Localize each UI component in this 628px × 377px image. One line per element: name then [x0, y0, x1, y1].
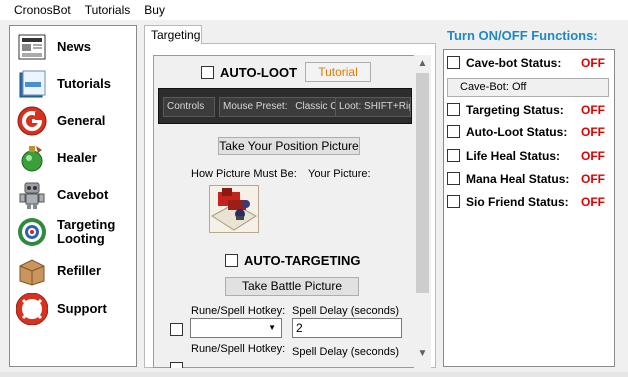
scroll-thumb[interactable]	[416, 73, 429, 293]
cavebot-status-label: Cave-bot Status:	[466, 56, 562, 70]
menu-buy[interactable]: Buy	[137, 0, 172, 20]
autoloot-label: AUTO-LOOT	[220, 65, 298, 80]
sidebar-item-cavebot[interactable]: Cavebot	[10, 177, 136, 213]
autoloot-checkbox[interactable]	[201, 66, 214, 79]
autotargeting-checkbox[interactable]	[225, 254, 238, 267]
functions-title: Turn ON/OFF Functions:	[447, 28, 598, 43]
rune-row-checkbox[interactable]	[170, 323, 183, 336]
rune-row-checkbox-2[interactable]	[170, 362, 183, 368]
autotargeting-label: AUTO-TARGETING	[244, 253, 361, 268]
tab-targeting[interactable]: Targeting	[144, 25, 202, 44]
sidebar-item-healer[interactable]: Healer	[10, 140, 136, 176]
news-icon	[18, 34, 46, 60]
sidebar-item-targeting-looting[interactable]: Targeting Looting	[10, 214, 136, 250]
controls-segment: Controls	[163, 97, 215, 117]
spell-delay-label: Spell Delay (seconds)	[292, 305, 399, 317]
game-hotkey-screenshot: Controls Mouse Preset: Classic Controls …	[158, 88, 412, 124]
lifeheal-status-checkbox[interactable]	[447, 149, 460, 162]
siofriend-status-value: OFF	[581, 195, 605, 209]
how-picture-label: How Picture Must Be:	[191, 168, 297, 180]
autoloot-status-value: OFF	[581, 125, 605, 139]
support-icon	[16, 293, 48, 325]
targeting-scrollbar[interactable]: ▲ ▼	[414, 55, 431, 368]
mouse-preset-label: Mouse Preset:	[223, 101, 288, 112]
manaheal-status-checkbox[interactable]	[447, 172, 460, 185]
rune-hotkey-label-2: Rune/Spell Hotkey:	[191, 343, 286, 355]
functions-panel: Cave-bot Status: OFF Cave-Bot: Off Targe…	[443, 49, 615, 367]
sidebar-nav: News Tutorials General Healer Cavebot Ta…	[9, 25, 137, 367]
sidebar-item-label: Tutorials	[57, 76, 111, 91]
sidebar-item-label: Targeting Looting	[57, 217, 116, 246]
sidebar-item-label: Refiller	[57, 263, 102, 278]
autoloot-status-label: Auto-Loot Status:	[466, 125, 568, 139]
cavebot-status-checkbox[interactable]	[447, 56, 460, 69]
cavebot-state-box: Cave-Bot: Off	[447, 78, 609, 97]
chevron-down-icon: ▼	[268, 323, 276, 332]
tutorials-icon	[19, 70, 46, 98]
general-icon	[17, 106, 47, 136]
refiller-icon	[19, 259, 45, 286]
sidebar-item-label: General	[57, 113, 106, 128]
sidebar-item-support[interactable]: Support	[10, 291, 136, 327]
siofriend-status-label: Sio Friend Status:	[466, 195, 569, 209]
targeting-status-label: Targeting Status:	[466, 103, 564, 117]
sidebar-item-label: Cavebot	[57, 187, 109, 202]
lifeheal-status-label: Life Heal Status:	[466, 149, 561, 163]
scroll-down-icon[interactable]: ▼	[414, 345, 431, 362]
tutorial-button[interactable]: Tutorial	[305, 62, 371, 82]
siofriend-status-row: Sio Friend Status: OFF	[447, 193, 613, 211]
autoloot-status-row: Auto-Loot Status: OFF	[447, 123, 613, 141]
targeting-status-checkbox[interactable]	[447, 103, 460, 116]
lifeheal-status-row: Life Heal Status: OFF	[447, 147, 613, 165]
status-bar	[0, 372, 628, 377]
targeting-status-row: Targeting Status: OFF	[447, 101, 613, 119]
sidebar-item-label: Support	[57, 301, 107, 316]
menu-cronosbot[interactable]: CronosBot	[0, 0, 78, 20]
targeting-status-value: OFF	[581, 103, 605, 117]
take-battle-button[interactable]: Take Battle Picture	[225, 277, 359, 296]
loot-segment: Loot: SHIFT+Right	[335, 97, 411, 117]
autoloot-status-checkbox[interactable]	[447, 125, 460, 138]
menu-bar: CronosBot Tutorials Buy	[0, 0, 628, 20]
example-picture	[209, 185, 259, 233]
scroll-up-icon[interactable]: ▲	[414, 55, 431, 72]
sidebar-item-news[interactable]: News	[10, 29, 136, 65]
cavebot-status-value: OFF	[581, 56, 605, 70]
healer-icon	[21, 146, 43, 172]
lifeheal-status-value: OFF	[581, 149, 605, 163]
spell-delay-label-2: Spell Delay (seconds)	[292, 346, 399, 358]
cavebot-status-row: Cave-bot Status: OFF	[447, 54, 613, 72]
sidebar-item-label: News	[57, 39, 91, 54]
rune-hotkey-label: Rune/Spell Hotkey:	[191, 305, 286, 317]
sidebar-item-label: Healer	[57, 150, 97, 165]
character-sprite-icon	[211, 188, 257, 231]
manaheal-status-label: Mana Heal Status:	[466, 172, 570, 186]
sidebar-item-refiller[interactable]: Refiller	[10, 253, 136, 289]
spell-delay-input[interactable]: 2	[292, 318, 402, 338]
manaheal-status-value: OFF	[581, 172, 605, 186]
menu-tutorials[interactable]: Tutorials	[78, 0, 138, 20]
siofriend-status-checkbox[interactable]	[447, 195, 460, 208]
take-position-button[interactable]: Take Your Position Picture	[218, 137, 360, 155]
targeting-icon	[18, 218, 46, 246]
rune-hotkey-select[interactable]: ▼	[190, 318, 282, 338]
manaheal-status-row: Mana Heal Status: OFF	[447, 170, 613, 188]
your-picture-label: Your Picture:	[308, 168, 371, 180]
cavebot-icon	[19, 182, 45, 209]
sidebar-item-tutorials[interactable]: Tutorials	[10, 66, 136, 102]
sidebar-item-general[interactable]: General	[10, 103, 136, 139]
